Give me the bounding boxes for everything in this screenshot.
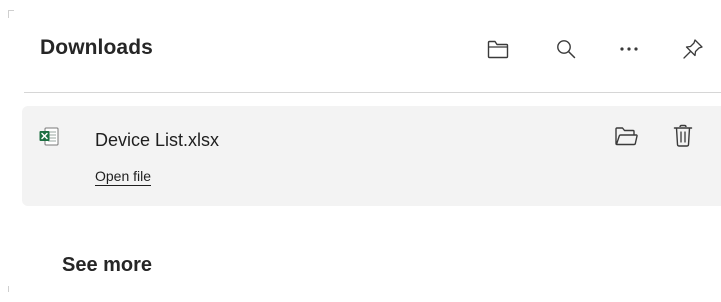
file-name: Device List.xlsx (95, 130, 220, 150)
pin-downloads-button[interactable] (676, 32, 710, 66)
panel-title: Downloads (40, 36, 153, 59)
ellipsis-icon (620, 47, 638, 51)
excel-file-icon (38, 126, 60, 148)
downloads-panel: Downloads Device List.xlsx Open file See… (0, 0, 721, 302)
download-item[interactable]: Device List.xlsx Open file (22, 106, 721, 206)
trash-icon (673, 124, 693, 147)
downloads-header: Downloads (0, 0, 721, 92)
see-more-link[interactable]: See more (62, 254, 152, 277)
open-file-link[interactable]: Open file (95, 168, 152, 186)
show-in-folder-button[interactable] (610, 120, 642, 152)
search-icon (557, 40, 576, 59)
folder-icon (615, 127, 638, 146)
open-downloads-folder-button[interactable] (481, 32, 515, 66)
window-edge-decoration (8, 286, 14, 292)
header-divider (24, 92, 721, 93)
folder-icon (487, 40, 509, 59)
delete-button[interactable] (667, 120, 699, 152)
search-downloads-button[interactable] (549, 32, 583, 66)
more-options-button[interactable] (612, 32, 646, 66)
pin-icon (683, 39, 703, 59)
